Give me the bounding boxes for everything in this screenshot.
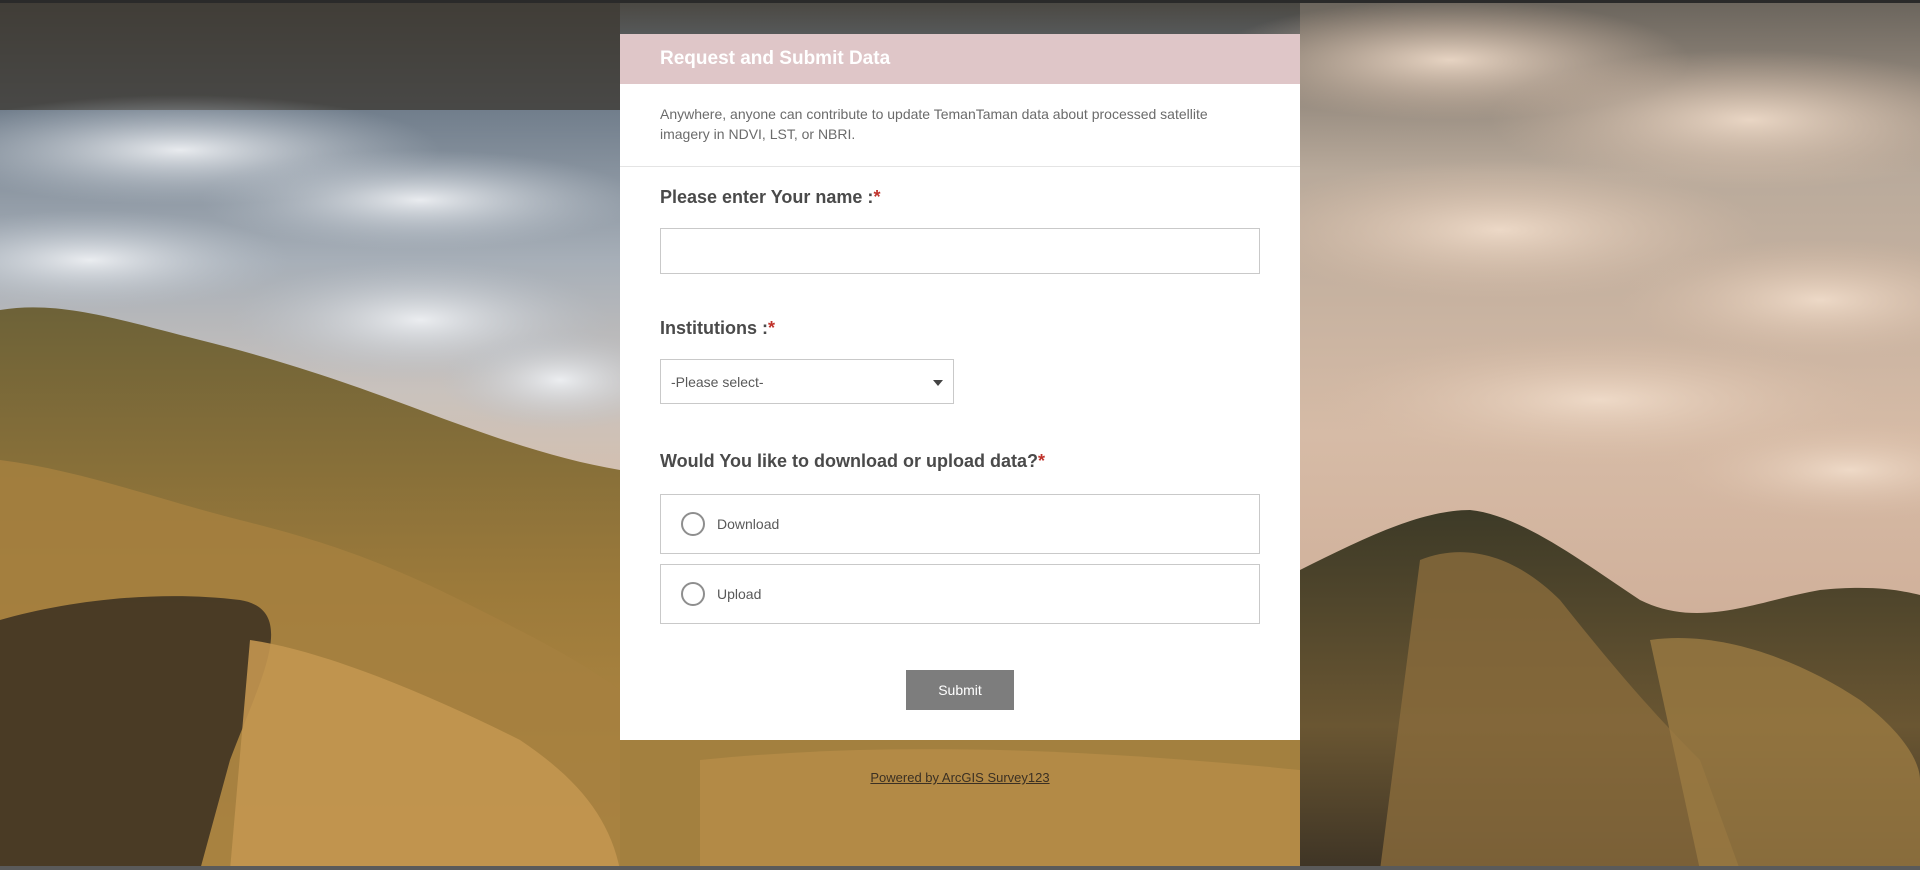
radio-label-upload: Upload xyxy=(717,586,762,602)
form-description-section: Anywhere, anyone can contribute to updat… xyxy=(620,84,1300,167)
required-marker: * xyxy=(1038,451,1046,471)
radio-label-download: Download xyxy=(717,516,780,532)
form-header: Request and Submit Data xyxy=(620,34,1300,84)
form-title: Request and Submit Data xyxy=(660,48,891,69)
question-name-label: Please enter Your name :* xyxy=(660,187,1260,208)
submit-button[interactable]: Submit xyxy=(906,670,1014,710)
bottom-border xyxy=(0,866,1920,870)
radio-circle-icon[interactable] xyxy=(681,582,705,606)
institutions-select-value: -Please select- xyxy=(671,373,764,390)
institutions-select[interactable]: -Please select- xyxy=(660,359,954,404)
name-input[interactable] xyxy=(660,228,1260,274)
question-name-text: Please enter Your name : xyxy=(660,187,874,207)
form-description: Anywhere, anyone can contribute to updat… xyxy=(660,106,1208,142)
powered-by-link[interactable]: Powered by ArcGIS Survey123 xyxy=(0,770,1920,785)
required-marker: * xyxy=(767,318,775,338)
question-download-upload-text: Would You like to download or upload dat… xyxy=(660,451,1038,471)
page: Request and Submit Data Anywhere, anyone… xyxy=(0,0,1920,870)
form-body: Please enter Your name :* Institutions :… xyxy=(620,167,1300,710)
question-institutions: Institutions :* -Please select- xyxy=(660,318,1260,404)
radio-option-download[interactable]: Download xyxy=(660,494,1260,554)
question-download-upload: Would You like to download or upload dat… xyxy=(660,451,1260,624)
radio-circle-icon[interactable] xyxy=(681,512,705,536)
radio-option-upload[interactable]: Upload xyxy=(660,564,1260,624)
question-institutions-text: Institutions : xyxy=(660,318,768,338)
survey-form-card: Request and Submit Data Anywhere, anyone… xyxy=(620,34,1300,740)
required-marker: * xyxy=(873,187,881,207)
submit-wrap: Submit xyxy=(660,670,1260,710)
question-institutions-label: Institutions :* xyxy=(660,318,1260,339)
question-name: Please enter Your name :* xyxy=(660,167,1260,274)
question-download-upload-label: Would You like to download or upload dat… xyxy=(660,451,1260,472)
top-border xyxy=(0,0,1920,3)
dropdown-arrow-icon xyxy=(933,380,943,386)
